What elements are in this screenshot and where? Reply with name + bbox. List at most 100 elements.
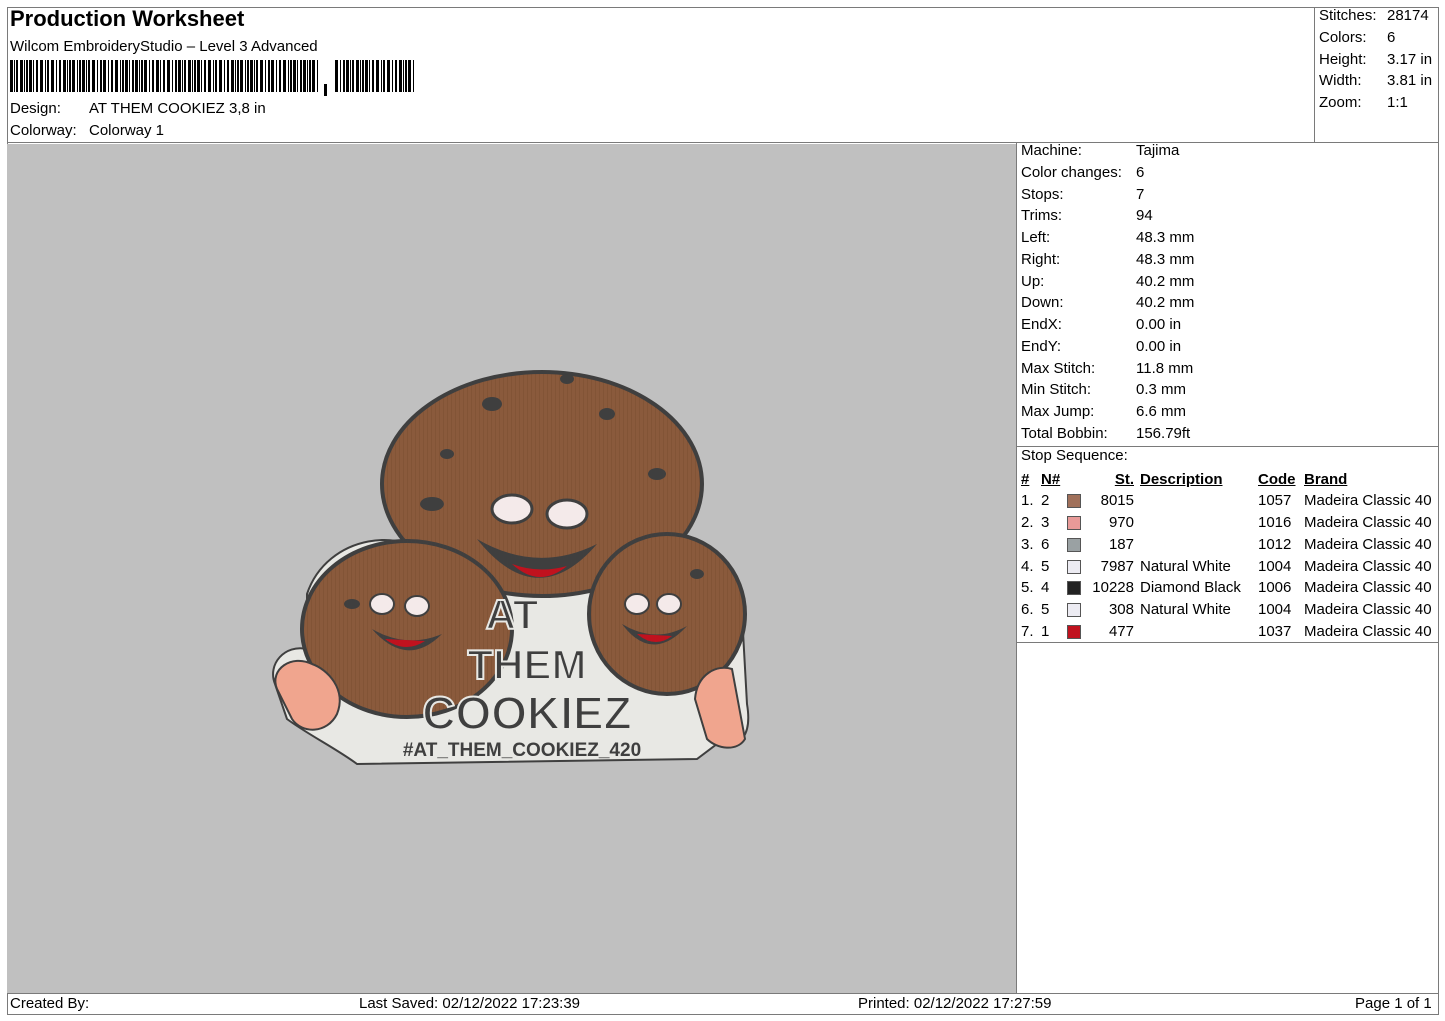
machine-label: EndX:	[1021, 316, 1062, 333]
created-by: Created By:	[10, 995, 90, 1012]
machine-value: 0.00 in	[1136, 316, 1182, 333]
design-row: Design: AT THEM COOKIEZ 3,8 in	[10, 100, 266, 117]
machine-value: 40.2 mm	[1136, 294, 1195, 312]
machine-label: Min Stitch:	[1021, 381, 1092, 399]
thread-code: 1006	[1258, 579, 1292, 597]
table-header-row: # N# St. Description Code Brand	[1019, 469, 1432, 490]
machine-row: Max Stitch: 11.8 mm	[1021, 360, 1194, 382]
frame-bottom	[7, 1014, 1438, 1015]
needle-number: 1	[1041, 622, 1050, 640]
thread-description: Diamond Black	[1140, 579, 1241, 597]
machine-row: Color changes: 6	[1021, 164, 1194, 186]
color-swatch	[1067, 555, 1085, 577]
thread-brand: Madeira Classic 40	[1304, 535, 1432, 553]
design-value: AT THEM COOKIEZ 3,8 in	[89, 100, 266, 117]
machine-label: Stops:	[1021, 185, 1064, 203]
design-label: Design:	[10, 100, 61, 117]
stop-sequence-title: Stop Sequence:	[1021, 447, 1128, 464]
col-code-header: Code	[1258, 471, 1296, 488]
machine-value: 7	[1136, 185, 1145, 203]
col-needle-header: N#	[1041, 471, 1061, 488]
colorway-row: Colorway: Colorway 1	[10, 122, 164, 139]
color-swatch	[1067, 599, 1085, 621]
machine-row: EndY: 0.00 in	[1021, 338, 1194, 360]
summary-label: Height:	[1319, 50, 1367, 68]
machine-row: Max Jump: 6.6 mm	[1021, 403, 1194, 425]
machine-label: Down:	[1021, 294, 1064, 312]
thread-brand: Madeira Classic 40	[1304, 622, 1432, 640]
design-canvas: AT THEM COOKIEZ #AT_THEM_COOKIEZ_420	[7, 144, 1016, 993]
summary-value: 3.81 in	[1387, 72, 1433, 90]
color-swatch	[1067, 621, 1085, 643]
swatch-box	[1067, 603, 1081, 618]
machine-row: Up: 40.2 mm	[1021, 273, 1194, 295]
thread-brand: Madeira Classic 40	[1304, 514, 1432, 532]
machine-label: Color changes:	[1021, 163, 1122, 181]
stop-index: 2.	[1021, 514, 1034, 532]
machine-value: 156.79ft	[1136, 424, 1191, 442]
thread-code: 1016	[1258, 514, 1292, 532]
col-brand-header: Brand	[1304, 471, 1348, 488]
col-stitches-header: St.	[1114, 471, 1134, 488]
needle-number: 3	[1041, 514, 1050, 532]
machine-value: 0.3 mm	[1136, 381, 1187, 399]
machine-value: 48.3 mm	[1136, 250, 1195, 268]
frame-footer-top	[7, 993, 1438, 994]
summary-label: Zoom:	[1319, 94, 1362, 111]
summary-row: Colors: 6	[1319, 29, 1432, 51]
machine-row: Total Bobbin: 156.79ft	[1021, 425, 1194, 447]
stitch-count: 187	[1108, 535, 1134, 553]
thread-description: Natural White	[1140, 601, 1231, 619]
col-swatch-header	[1067, 469, 1085, 490]
machine-label: Machine:	[1021, 142, 1082, 159]
machine-label: Up:	[1021, 272, 1045, 290]
col-description-header: Description	[1140, 471, 1223, 488]
machine-value: 40.2 mm	[1136, 272, 1195, 290]
machine-row: Machine: Tajima	[1021, 142, 1194, 164]
stop-index: 7.	[1021, 622, 1034, 640]
summary-value: 3.17 in	[1387, 50, 1433, 68]
table-row: 2. 3 970 1016 Madeira Classic 40	[1019, 512, 1432, 534]
stitch-count: 970	[1108, 514, 1134, 532]
swatch-box	[1067, 494, 1081, 509]
design-text-at: AT	[486, 591, 539, 638]
stop-sequence-table: # N# St. Description Code Brand 1. 2 8015 1…	[1019, 469, 1432, 642]
machine-value: 6.6 mm	[1136, 403, 1187, 420]
summary-row: Zoom: 1:1	[1319, 94, 1432, 116]
worksheet-title: Production Worksheet	[10, 6, 245, 31]
machine-label: Max Jump:	[1021, 403, 1095, 420]
thread-brand: Madeira Classic 40	[1304, 601, 1432, 619]
summary-divider	[1314, 7, 1315, 142]
needle-number: 4	[1041, 579, 1050, 597]
barcode	[10, 60, 414, 96]
design-text-cookiez: COOKIEZ	[422, 687, 632, 739]
color-swatch	[1067, 577, 1085, 599]
frame-right	[1438, 7, 1439, 1015]
machine-label: Right:	[1021, 250, 1061, 268]
thread-code: 1004	[1258, 601, 1292, 619]
thread-description: Natural White	[1140, 557, 1231, 575]
summary-value: 28174	[1387, 7, 1429, 24]
summary-row: Stitches: 28174	[1319, 7, 1432, 29]
machine-row: Right: 48.3 mm	[1021, 251, 1194, 273]
table-row: 7. 1 477 1037 Madeira Classic 40	[1019, 621, 1432, 643]
last-saved: Last Saved: 02/12/2022 17:23:39	[359, 995, 581, 1012]
summary-value: 1:1	[1387, 94, 1408, 111]
color-swatch	[1067, 534, 1085, 556]
thread-brand: Madeira Classic 40	[1304, 579, 1432, 597]
stop-index: 1.	[1021, 492, 1034, 510]
machine-label: EndY:	[1021, 337, 1062, 355]
thread-description	[1134, 490, 1258, 512]
stitch-count: 10228	[1092, 579, 1134, 597]
stitch-count: 308	[1108, 601, 1134, 619]
swatch-box	[1067, 581, 1081, 596]
machine-value: Tajima	[1136, 142, 1180, 159]
canvas-divider	[1016, 142, 1017, 993]
software-name: Wilcom EmbroideryStudio – Level 3 Advanc…	[10, 38, 318, 55]
stop-index: 3.	[1021, 535, 1034, 553]
machine-label: Trims:	[1021, 207, 1063, 225]
thread-code: 1057	[1258, 492, 1292, 510]
page-number: Page 1 of 1	[1355, 995, 1432, 1012]
machine-row: EndX: 0.00 in	[1021, 316, 1194, 338]
colorway-label: Colorway:	[10, 122, 77, 139]
